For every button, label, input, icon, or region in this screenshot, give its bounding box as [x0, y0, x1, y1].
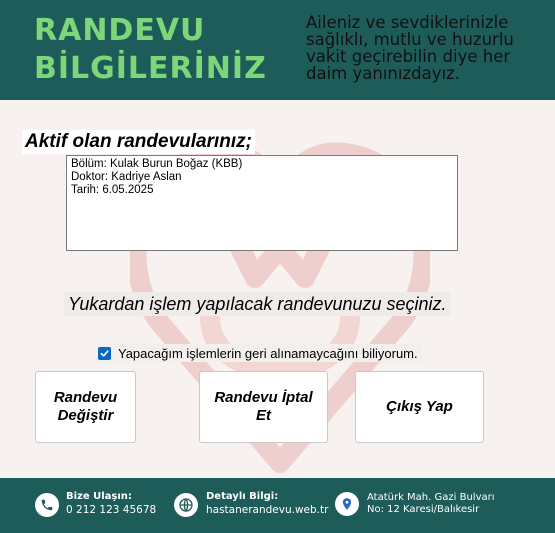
change-appointment-label: Randevu Değiştir — [53, 389, 118, 424]
change-appointment-button[interactable]: Randevu Değiştir — [35, 371, 136, 443]
address-line-2: No: 12 Karesi/Balıkesir — [367, 504, 480, 515]
phone-icon — [35, 493, 59, 517]
address-line-1: Atatürk Mah. Gazi Bulvarı — [367, 492, 495, 503]
footer: Bize Ulaşın: 0 212 123 45678 Detaylı Bil… — [0, 478, 555, 533]
checkmark-icon — [100, 349, 109, 357]
logout-label: Çıkış Yap — [386, 398, 453, 415]
contact-phone: 0 212 123 45678 — [66, 504, 157, 516]
info-label: Detaylı Bilgi: — [206, 491, 279, 502]
appointment-doctor[interactable]: Doktor: Kadriye Aslan — [71, 171, 453, 184]
consent-checkbox[interactable] — [98, 346, 111, 360]
page-title: RANDEVU BİLGİLERİNİZ — [34, 13, 267, 86]
info-website[interactable]: hastanerandevu.web.tr — [206, 504, 328, 516]
active-appointments-title: Aktif olan randevularınız; — [22, 130, 255, 154]
globe-icon — [174, 493, 198, 517]
appointments-listbox[interactable]: Bölüm: Kulak Burun Boğaz (KBB) Doktor: K… — [66, 155, 458, 251]
consent-label[interactable]: Yapacağım işlemlerin geri alınamaycağını… — [118, 346, 418, 361]
header-slogan: Aileniz ve sevdiklerinizle sağlıklı, mut… — [306, 13, 514, 83]
header: RANDEVU BİLGİLERİNİZ Aileniz ve sevdikle… — [0, 0, 555, 100]
logout-button[interactable]: Çıkış Yap — [355, 371, 484, 443]
cancel-appointment-label: Randevu İptal Et — [214, 389, 313, 424]
consent-row[interactable]: Yapacağım işlemlerin geri alınamaycağını… — [98, 344, 422, 362]
address: Atatürk Mah. Gazi Bulvarı No: 12 Karesi/… — [367, 492, 495, 516]
instruction-text: Yukardan işlem yapılacak randevunuzu seç… — [64, 292, 451, 316]
cancel-appointment-button[interactable]: Randevu İptal Et — [199, 371, 328, 443]
contact-label: Bize Ulaşın: — [66, 491, 132, 502]
appointment-department[interactable]: Bölüm: Kulak Burun Boğaz (KBB) — [71, 158, 453, 171]
appointment-date[interactable]: Tarih: 6.05.2025 — [71, 184, 453, 197]
location-pin-icon — [335, 492, 359, 516]
